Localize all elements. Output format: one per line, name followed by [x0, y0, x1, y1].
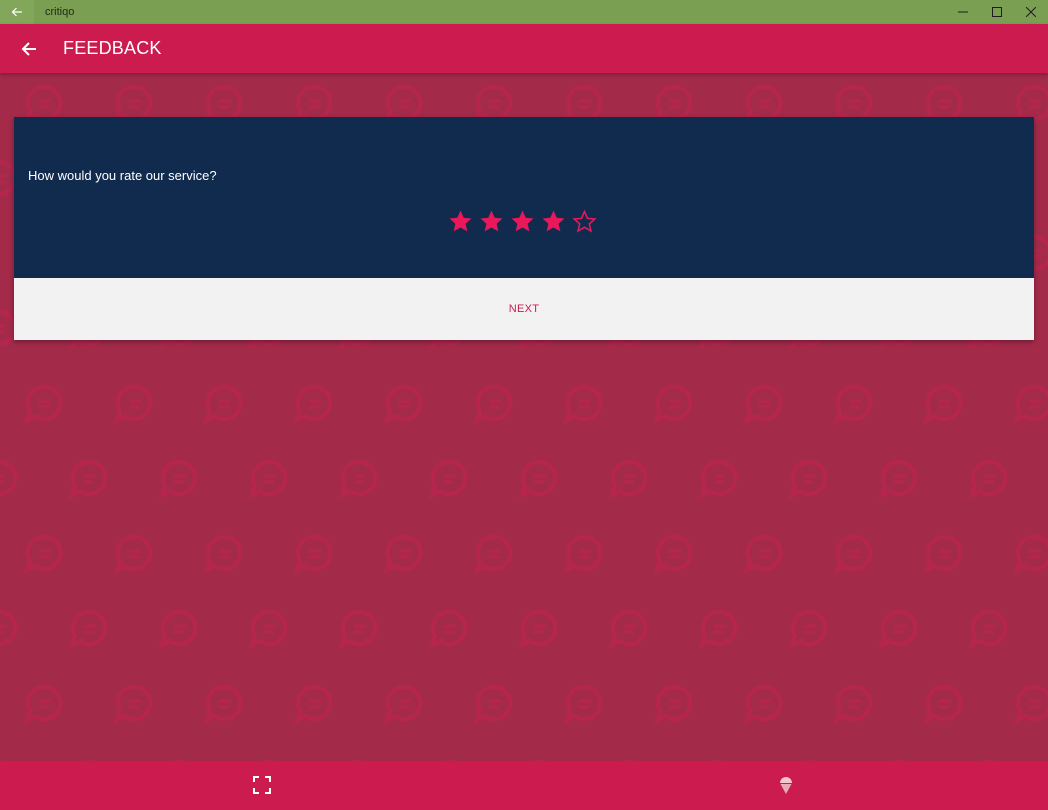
question-text: How would you rate our service?	[28, 168, 217, 183]
fullscreen-button[interactable]	[250, 773, 274, 797]
star-filled-icon[interactable]	[448, 209, 473, 234]
window-controls	[946, 0, 1048, 24]
ice-cream-icon	[780, 777, 792, 794]
page-title: FEEDBACK	[63, 38, 162, 58]
maximize-button[interactable]	[980, 0, 1014, 24]
star-rating[interactable]	[448, 209, 597, 234]
close-icon	[1026, 7, 1036, 17]
ice-cream-button[interactable]	[774, 773, 798, 797]
fullscreen-icon	[253, 776, 271, 794]
star-filled-icon[interactable]	[510, 209, 535, 234]
question-panel: How would you rate our service?	[14, 117, 1034, 278]
feedback-card: How would you rate our service? NEXT	[14, 117, 1034, 340]
window-back-button[interactable]	[0, 0, 34, 24]
window-titlebar: critiqo	[0, 0, 1048, 24]
minimize-button[interactable]	[946, 0, 980, 24]
arrow-left-icon	[11, 7, 22, 17]
star-empty-icon[interactable]	[572, 209, 597, 234]
bottom-bar	[0, 761, 1048, 810]
close-button[interactable]	[1014, 0, 1048, 24]
back-button[interactable]	[15, 35, 43, 63]
star-filled-icon[interactable]	[479, 209, 504, 234]
card-actions: NEXT	[14, 278, 1034, 340]
maximize-icon	[992, 7, 1002, 17]
window-title: critiqo	[45, 6, 75, 18]
minimize-icon	[958, 11, 968, 13]
arrow-left-icon	[21, 41, 36, 56]
star-filled-icon[interactable]	[541, 209, 566, 234]
next-button[interactable]: NEXT	[497, 297, 552, 321]
app-header: FEEDBACK	[0, 24, 1048, 73]
